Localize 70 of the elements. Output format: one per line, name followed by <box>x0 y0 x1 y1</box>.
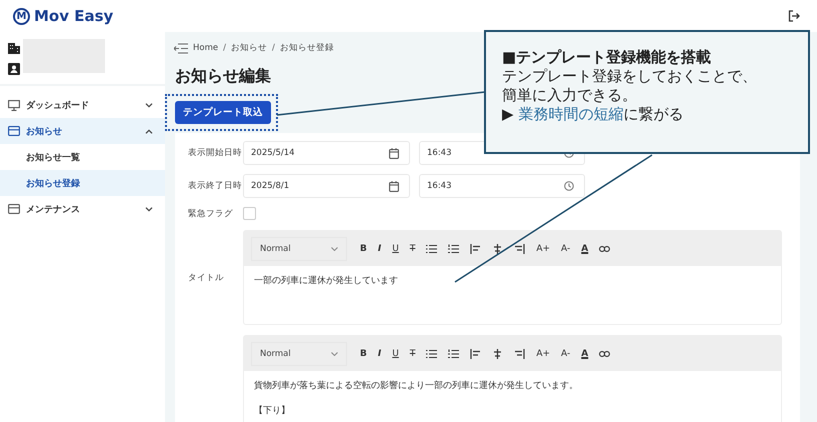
align-right-icon[interactable] <box>514 244 526 254</box>
logo-icon: M <box>13 8 30 24</box>
toolbar-button[interactable]: A- <box>561 348 570 358</box>
align-right-icon[interactable] <box>514 348 526 358</box>
clock-icon <box>564 181 574 191</box>
sidebar-item[interactable]: メンテナンス <box>0 196 165 222</box>
toolbar-button[interactable]: I <box>378 348 382 358</box>
monitor-icon <box>8 100 20 110</box>
building-icon <box>8 42 20 54</box>
align-left-icon[interactable] <box>470 348 482 358</box>
chevron-down-icon <box>145 102 153 108</box>
numbered-list-icon[interactable] <box>448 244 460 254</box>
urgent-checkbox[interactable] <box>243 207 256 220</box>
calendar-icon <box>389 148 399 158</box>
card-icon <box>8 126 20 136</box>
calendar-icon <box>389 180 399 192</box>
format-select[interactable]: Normal <box>251 342 347 366</box>
format-select[interactable]: Normal <box>251 236 347 260</box>
toolbar-button[interactable]: A+ <box>536 348 550 358</box>
collapse-menu-icon[interactable] <box>174 42 188 54</box>
date-field[interactable]: 2025/5/14 <box>243 141 410 165</box>
numbered-list-icon[interactable] <box>448 348 460 358</box>
callout-conclusion: ▶ 業務時間の短縮に繋がる <box>502 105 684 124</box>
link-icon[interactable] <box>599 244 610 254</box>
breadcrumb-link[interactable]: お知らせ登録 <box>280 42 334 54</box>
toolbar-button[interactable]: U <box>392 244 399 254</box>
card-icon <box>8 204 20 214</box>
chevron-down-icon <box>331 352 338 356</box>
toolbar-button[interactable]: B <box>360 348 367 358</box>
person-icon <box>8 63 20 75</box>
toolbar-button[interactable]: T <box>410 348 416 358</box>
chevron-down-icon <box>331 246 338 250</box>
toolbar-button[interactable]: A <box>581 348 588 358</box>
align-center-icon[interactable] <box>492 244 504 254</box>
callout-text: 簡単に入力できる。 <box>502 86 638 105</box>
callout-text: テンプレート登録をしておくことで、 <box>502 67 758 86</box>
bullet-list-icon[interactable] <box>426 244 438 254</box>
editor-text: 一部の列車に運休が発生しています <box>254 274 399 287</box>
toolbar-button[interactable]: T <box>410 244 416 254</box>
editor-text: 貨物列車が落ち葉による空転の影響により一部の列車に運休が発生しています。 <box>254 380 579 392</box>
breadcrumb-link[interactable]: お知らせ <box>230 42 267 54</box>
date-field[interactable]: 2025/8/1 <box>243 174 410 198</box>
toolbar-button[interactable]: I <box>378 244 382 254</box>
toolbar-button[interactable]: A <box>581 244 588 254</box>
chevron-down-icon <box>145 206 153 212</box>
toolbar-button[interactable]: A- <box>561 244 570 254</box>
field-label: タイトル <box>188 272 224 282</box>
breadcrumb-separator: / <box>272 43 275 53</box>
breadcrumb-link[interactable]: Home <box>193 43 218 53</box>
toolbar-button[interactable]: U <box>392 348 399 358</box>
logout-icon[interactable] <box>788 10 800 22</box>
align-left-icon[interactable] <box>470 244 482 254</box>
time-field[interactable]: 16:43 <box>419 174 585 198</box>
callout-title: ■テンプレート登録機能を搭載 <box>502 48 712 67</box>
sidebar-item[interactable]: ダッシュボード <box>0 92 165 118</box>
sidebar-item[interactable]: お知らせ <box>0 118 165 144</box>
page-title: お知らせ編集 <box>175 66 271 87</box>
link-icon[interactable] <box>599 348 610 358</box>
toolbar-button[interactable]: B <box>360 244 367 254</box>
logo-text: Mov Easy <box>34 7 114 25</box>
bullet-list-icon[interactable] <box>426 348 438 358</box>
sidebar-subitem[interactable]: お知らせ登録 <box>0 170 165 196</box>
chevron-up-icon <box>145 128 153 134</box>
template-import-button[interactable]: テンプレート取込 <box>175 101 271 124</box>
sidebar-subitem[interactable]: お知らせ一覧 <box>0 144 165 170</box>
align-center-icon[interactable] <box>492 348 504 358</box>
breadcrumb-separator: / <box>223 43 226 53</box>
field-label: 緊急フラグ <box>188 208 234 220</box>
toolbar-button[interactable]: A+ <box>536 244 550 254</box>
editor-text: 【下り】 <box>254 404 291 417</box>
